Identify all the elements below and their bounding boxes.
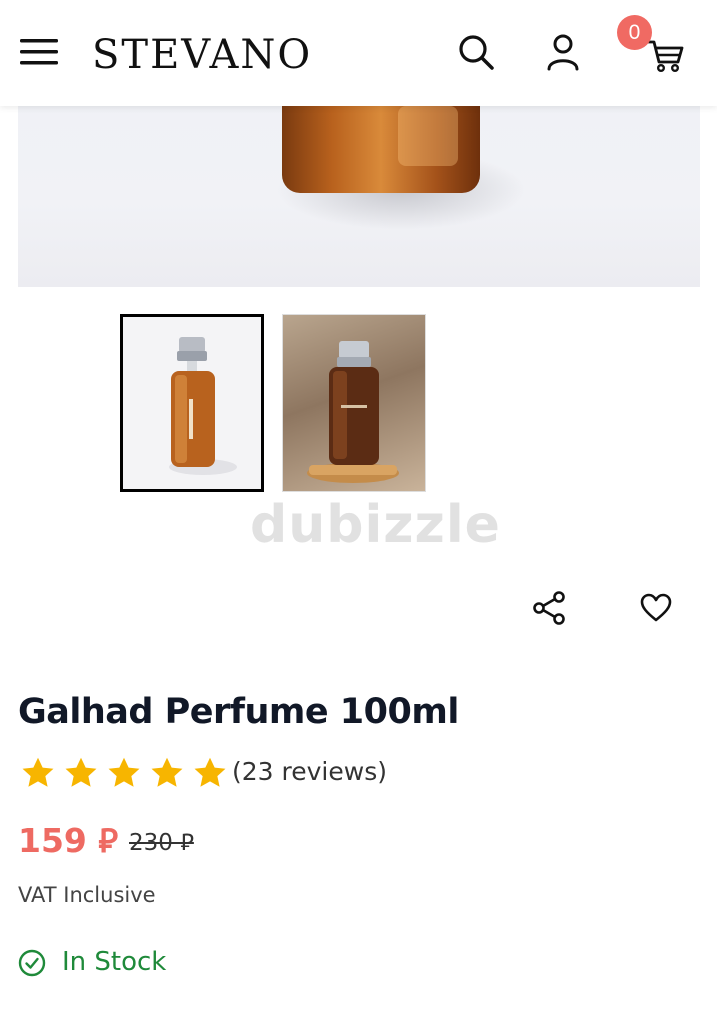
account-button[interactable] xyxy=(543,32,583,72)
original-price: 230 ⃁ xyxy=(129,830,194,856)
vat-label: VAT Inclusive xyxy=(18,883,156,907)
star-icon xyxy=(65,757,97,787)
stock-status: In Stock xyxy=(62,947,167,977)
site-header: STEVANO 0 xyxy=(0,0,717,106)
search-button[interactable] xyxy=(456,32,496,72)
star-icon xyxy=(194,757,226,787)
watermark: dubizzle xyxy=(250,495,501,555)
heart-icon xyxy=(640,593,672,622)
star-icon xyxy=(22,757,54,787)
menu-button[interactable] xyxy=(20,36,58,68)
share-button[interactable] xyxy=(532,590,568,626)
product-title: Galhad Perfume 100ml xyxy=(18,692,459,732)
wishlist-button[interactable] xyxy=(639,592,673,624)
cart-count-badge: 0 xyxy=(617,15,652,50)
reviews-link[interactable]: (23 reviews) xyxy=(232,757,387,786)
star-icon xyxy=(108,757,140,787)
search-icon xyxy=(459,35,494,70)
star-icon xyxy=(151,757,183,787)
perfume-bottle-stand-thumbnail xyxy=(307,341,399,483)
rating-stars xyxy=(20,755,235,791)
sale-price: 159 ⃁ xyxy=(18,821,118,860)
thumbnail-2[interactable] xyxy=(282,314,426,492)
check-circle-icon xyxy=(18,949,46,977)
thumbnail-1[interactable] xyxy=(120,314,264,492)
menu-icon xyxy=(20,39,58,65)
bottle-highlight xyxy=(398,106,458,166)
user-icon xyxy=(547,34,579,71)
share-icon xyxy=(533,591,565,625)
perfume-bottle-thumbnail xyxy=(169,337,237,475)
brand-logo[interactable]: STEVANO xyxy=(92,30,312,80)
